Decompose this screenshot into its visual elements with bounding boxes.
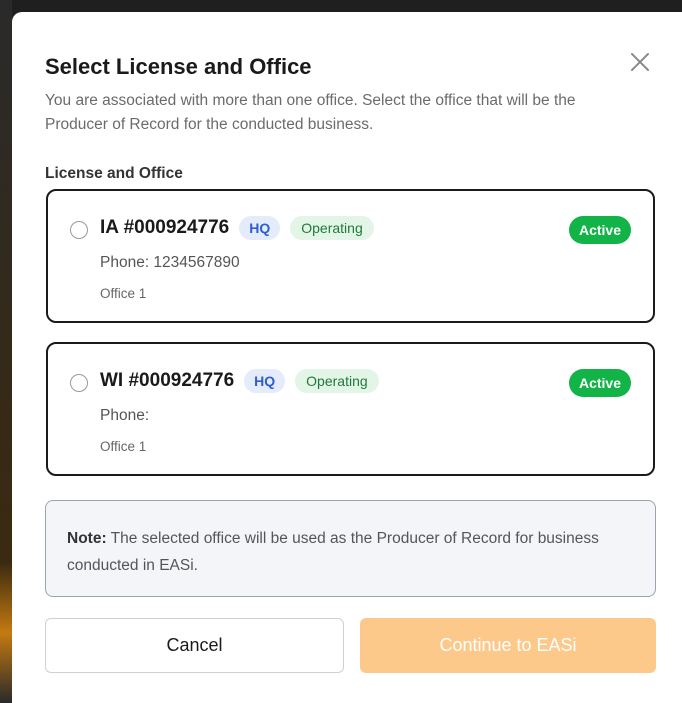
license-number: WI #000924776 — [100, 370, 235, 391]
operating-badge: Operating — [290, 216, 374, 240]
office-option-wi[interactable]: WI #000924776 HQ Operating Active Phone:… — [46, 342, 655, 476]
office-option-ia[interactable]: IA #000924776 HQ Operating Active Phone:… — [46, 189, 655, 323]
license-office-label: License and Office — [45, 165, 183, 182]
status-badge: Active — [568, 369, 631, 397]
page-backdrop — [0, 0, 12, 703]
office-name: Office 1 — [100, 286, 147, 301]
operating-badge: Operating — [295, 369, 379, 393]
office-name: Office 1 — [100, 439, 147, 454]
license-header: WI #000924776 HQ Operating — [100, 369, 379, 393]
status-badge: Active — [568, 216, 631, 244]
note-label: Note: — [67, 530, 107, 547]
license-number: IA #000924776 — [100, 217, 230, 238]
dialog-description: You are associated with more than one of… — [45, 92, 576, 133]
hq-badge: HQ — [244, 369, 286, 393]
radio-button[interactable] — [70, 221, 88, 239]
continue-button[interactable]: Continue to EASi — [360, 618, 656, 673]
dialog-title: Select License and Office — [45, 54, 312, 79]
radio-button[interactable] — [70, 374, 88, 392]
office-phone: Phone: 1234567890 — [100, 254, 240, 271]
select-license-dialog: Select License and Office You are associ… — [12, 12, 682, 703]
close-icon[interactable] — [628, 50, 652, 74]
license-header: IA #000924776 HQ Operating — [100, 216, 374, 240]
cancel-button[interactable]: Cancel — [45, 618, 344, 673]
hq-badge: HQ — [239, 216, 281, 240]
note-text: The selected office will be used as the … — [67, 530, 599, 574]
office-phone: Phone: — [100, 407, 150, 424]
note-box: Note: The selected office will be used a… — [45, 500, 656, 597]
